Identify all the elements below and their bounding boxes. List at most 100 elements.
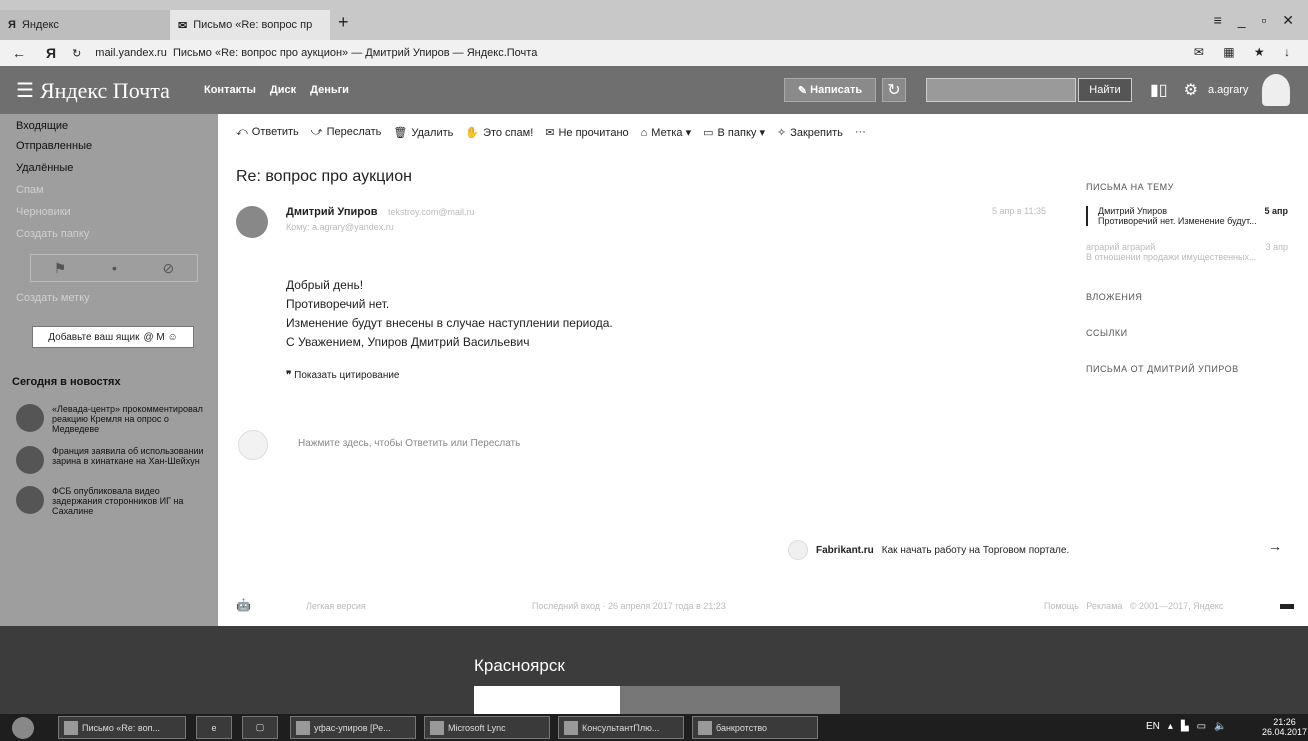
- paperclip-icon[interactable]: ⊘: [162, 260, 174, 277]
- mail-header: ☰ Яндекс Почта Контакты Диск Деньги ✎ На…: [0, 66, 1308, 114]
- sender-name[interactable]: Дмитрий Упиров: [286, 206, 377, 218]
- unread-button[interactable]: ✉ Не прочитано: [545, 126, 628, 139]
- network-icon[interactable]: ▙: [1181, 721, 1189, 732]
- clock[interactable]: 21:26 26.04.2017: [1262, 717, 1307, 737]
- explorer-icon: ▢: [255, 722, 265, 732]
- tray-arrow-icon[interactable]: ▴: [1168, 721, 1173, 732]
- sender-letters-heading[interactable]: ПИСЬМА ОТ ДМИТРИЙ УПИРОВ: [1086, 364, 1239, 374]
- menu-icon[interactable]: ☰: [16, 78, 34, 103]
- folder-button[interactable]: ▭ В папку ▾: [703, 126, 765, 139]
- taskbar: Письмо «Re: воп... e ▢ уфас-упиров [Ре..…: [0, 714, 1308, 741]
- android-icon[interactable]: 🤖: [236, 598, 251, 612]
- thread-item[interactable]: Дмитрий Упиров 5 апр Противоречий нет. Из…: [1086, 206, 1288, 226]
- message-body: Добрый день! Противоречий нет. Изменение…: [286, 278, 613, 349]
- weather-forecast: [620, 686, 840, 714]
- taskbar-item-mail[interactable]: Письмо «Re: воп...: [58, 716, 186, 739]
- taskbar-item-ie[interactable]: e: [196, 716, 232, 739]
- browser-tabbar: Я Яндекс ✉ Письмо «Re: вопрос пр + ≡ _ ▫…: [0, 0, 1308, 40]
- reply-button[interactable]: ⤺ Ответить: [236, 126, 299, 139]
- delete-button[interactable]: 🗑 Удалить: [393, 126, 453, 139]
- thread-heading: ПИСЬМА НА ТЕМУ: [1086, 182, 1174, 192]
- add-mailbox-button[interactable]: Добавьте ваш ящик @ M ☺: [32, 326, 194, 348]
- pencil-icon: ✎: [797, 84, 811, 97]
- show-quote-link[interactable]: ❞ Показать цитирование: [286, 370, 400, 381]
- sidebar: Входящие Отправленные Удалённые Спам Чер…: [0, 114, 218, 626]
- forward-button[interactable]: ⤻ Переслать: [311, 126, 382, 139]
- disk-link[interactable]: Диск: [270, 84, 296, 96]
- url-text[interactable]: mail.yandex.ru Письмо «Re: вопрос про ау…: [95, 47, 537, 59]
- forward-icon: ⤻: [310, 126, 323, 138]
- header-links: Контакты Диск Деньги: [204, 84, 349, 96]
- thread-item[interactable]: аграрий аграрий 3 апр В отношении продажи…: [1086, 242, 1288, 262]
- quick-reply-hint[interactable]: Нажмите здесь, чтобы Ответить или Пересл…: [298, 438, 520, 449]
- labels-filter: ⚑ • ⊘: [30, 254, 198, 282]
- taskbar-item-word[interactable]: уфас-упиров [Ре...: [290, 716, 416, 739]
- tab-mail[interactable]: ✉ Письмо «Re: вопрос пр: [170, 10, 330, 40]
- hand-icon: ✋: [465, 127, 480, 139]
- yandex-icon: Я: [8, 19, 16, 31]
- bookmark-icon[interactable]: ✉ ▦ ★ ↓: [1194, 45, 1298, 59]
- create-folder-link[interactable]: Создать папку: [16, 228, 89, 240]
- pin-button[interactable]: ✧ Закрепить: [777, 126, 843, 139]
- sidebar-item-spam[interactable]: Спам: [16, 184, 44, 196]
- language-icon[interactable]: [1280, 604, 1294, 609]
- arrow-right-icon[interactable]: →: [1268, 538, 1282, 554]
- sidebar-item-drafts[interactable]: Черновики: [16, 206, 71, 218]
- avatar[interactable]: [1262, 74, 1290, 106]
- help-link[interactable]: Помощь: [1044, 601, 1079, 611]
- money-link[interactable]: Деньги: [310, 84, 349, 96]
- create-label-link[interactable]: Создать метку: [16, 292, 90, 304]
- folder-icon: [698, 720, 712, 735]
- start-icon[interactable]: [12, 717, 34, 739]
- sidebar-item-deleted[interactable]: Удалённые: [16, 162, 73, 174]
- links-heading[interactable]: ССЫЛКИ: [1086, 328, 1128, 338]
- back-icon[interactable]: ←: [12, 45, 26, 61]
- more-button[interactable]: ···: [855, 126, 866, 139]
- tab-yandex[interactable]: Я Яндекс: [0, 10, 170, 40]
- lite-version-link[interactable]: Легкая версия: [306, 601, 366, 611]
- search-button[interactable]: Найти: [1078, 78, 1132, 102]
- ads-link[interactable]: Реклама: [1086, 601, 1122, 611]
- sender-email[interactable]: tekstroy.com@mail.ru: [388, 207, 474, 217]
- news-item[interactable]: «Левада-центр» прокомментировал реакцию …: [16, 404, 212, 434]
- message-subject: Re: вопрос про аукцион: [236, 168, 412, 185]
- attachments-heading[interactable]: ВЛОЖЕНИЯ: [1086, 292, 1142, 302]
- message-view: ⤺ Ответить ⤻ Переслать 🗑 Удалить ✋ Это спам!…: [218, 114, 1308, 626]
- label-button[interactable]: ⌂ Метка ▾: [641, 126, 691, 139]
- flag-icon[interactable]: ⚑: [54, 260, 67, 277]
- window-controls[interactable]: ≡ _ ▫ ✕: [1214, 12, 1300, 29]
- language-indicator[interactable]: EN: [1146, 721, 1160, 732]
- compose-button[interactable]: ✎ Написать: [784, 78, 876, 102]
- battery-icon[interactable]: ▭: [1197, 721, 1206, 732]
- search-input[interactable]: [926, 78, 1076, 102]
- sidebar-item-sent[interactable]: Отправленные: [16, 140, 92, 152]
- gear-icon[interactable]: ⚙: [1184, 80, 1198, 100]
- news-item[interactable]: ФСБ опубликовала видео задержания сторон…: [16, 486, 212, 516]
- copyright: © 2001—2017, Яндекс: [1129, 601, 1224, 611]
- username[interactable]: a.agrary: [1208, 84, 1248, 96]
- contacts-link[interactable]: Контакты: [204, 84, 256, 96]
- promo-banner[interactable]: Fabrikant.ru Как начать работу на Торгов…: [788, 540, 1069, 560]
- logo[interactable]: Яндекс Почта: [40, 78, 170, 104]
- address-bar[interactable]: ← Я ↻ mail.yandex.ru Письмо «Re: вопрос …: [0, 40, 1308, 66]
- refresh-icon[interactable]: ↻: [882, 78, 906, 102]
- new-tab-icon[interactable]: +: [338, 12, 349, 33]
- sidebar-item-inbox[interactable]: Входящие: [16, 120, 68, 132]
- weather-panel: [474, 686, 620, 714]
- envelope-icon: ✉: [178, 19, 188, 32]
- dot-icon[interactable]: •: [112, 260, 117, 276]
- taskbar-item-explorer[interactable]: ▢: [242, 716, 278, 739]
- volume-icon[interactable]: 🔈: [1214, 721, 1226, 732]
- lync-icon: [430, 720, 444, 735]
- consultant-icon: [564, 720, 578, 735]
- yandex-browser-icon: [64, 720, 78, 735]
- taskbar-item-consultant[interactable]: КонсультантПлю...: [558, 716, 684, 739]
- taskbar-item-folder[interactable]: банкротство: [692, 716, 818, 739]
- taskbar-item-lync[interactable]: Microsoft Lync: [424, 716, 550, 739]
- reload-icon[interactable]: ↻: [72, 47, 81, 60]
- spam-button[interactable]: ✋ Это спам!: [465, 126, 533, 139]
- news-item[interactable]: Франция заявила об использовании зарина …: [16, 446, 212, 474]
- layout-icon[interactable]: ▮▯: [1150, 80, 1168, 100]
- sender-avatar[interactable]: [236, 206, 268, 238]
- weather-widget: Красноярск: [0, 626, 1308, 714]
